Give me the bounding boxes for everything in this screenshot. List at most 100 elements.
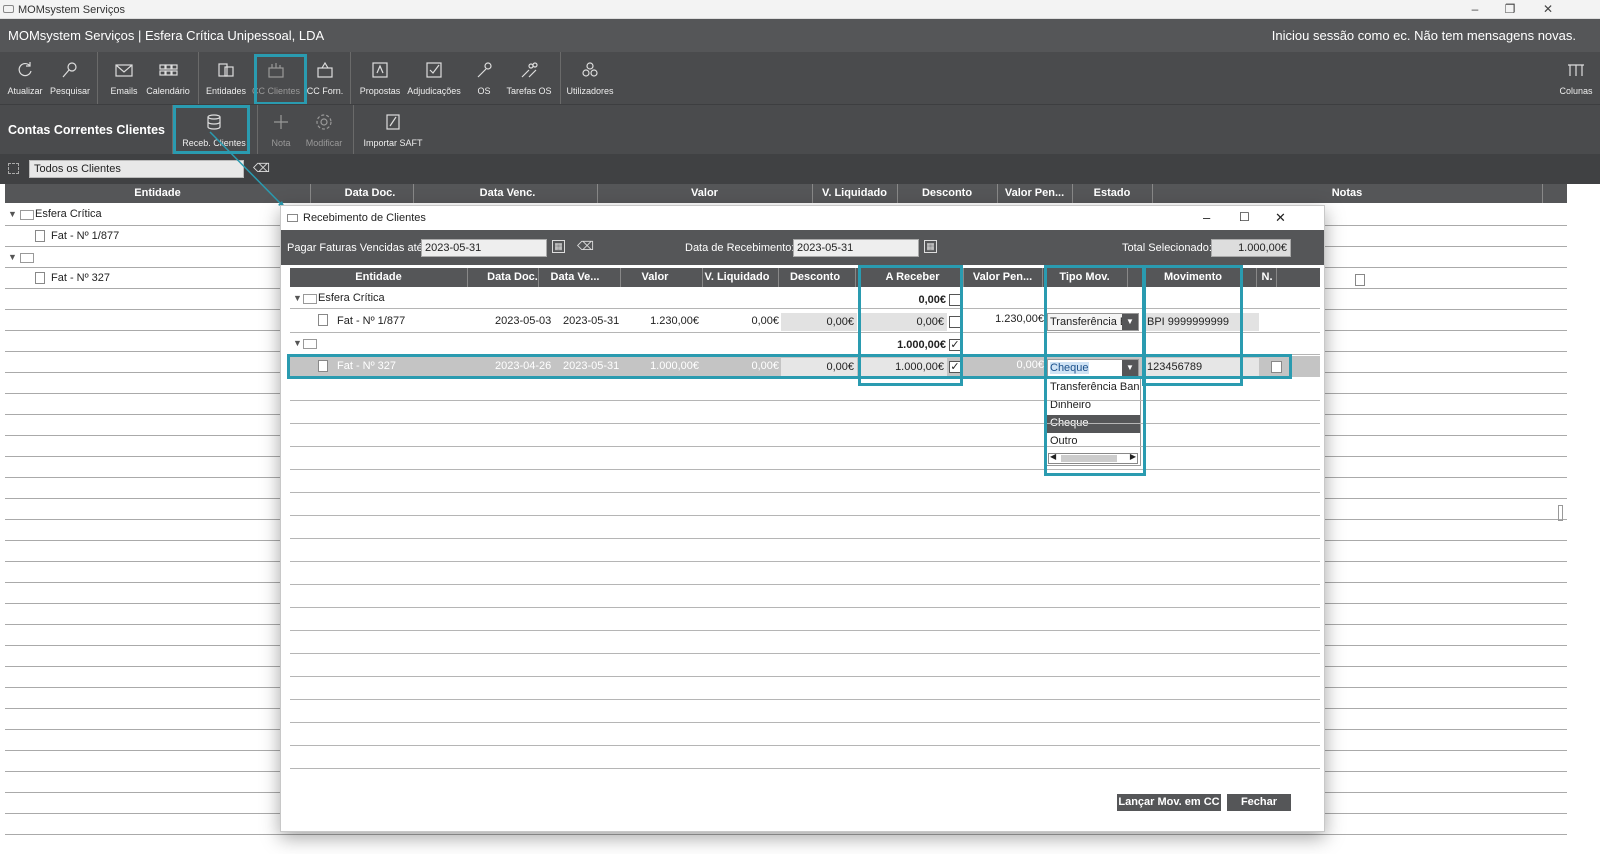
- note-icon[interactable]: [1355, 274, 1365, 286]
- dcol-valor[interactable]: Valor: [620, 271, 690, 283]
- colunas-button[interactable]: Colunas: [1557, 52, 1595, 104]
- expand-arrow-icon[interactable]: ▼: [293, 293, 302, 303]
- dialog-titlebar: Recebimento de Clientes – ☐ ✕: [281, 206, 1324, 230]
- tarefas-os-button[interactable]: Tarefas OS: [505, 52, 553, 104]
- col-sep: [1256, 268, 1257, 287]
- col-data-doc[interactable]: Data Doc.: [325, 187, 415, 199]
- propostas-button[interactable]: Propostas: [358, 52, 402, 104]
- row-desconto[interactable]: 0,00€: [781, 316, 854, 328]
- row-desconto[interactable]: 0,00€: [781, 361, 854, 373]
- users-icon: [582, 62, 598, 77]
- expand-arrow-icon[interactable]: ▼: [293, 338, 302, 348]
- pesquisar-button[interactable]: Pesquisar: [48, 52, 92, 104]
- calendar-icon[interactable]: ▦: [552, 240, 565, 253]
- dcol-data-doc[interactable]: Data Doc.: [485, 271, 540, 283]
- minimize-icon[interactable]: –: [1468, 2, 1482, 16]
- vertical-scroll-handle[interactable]: [1558, 505, 1563, 521]
- close-icon[interactable]: ✕: [1275, 210, 1286, 226]
- entidades-label: Entidades: [205, 86, 247, 96]
- atualizar-label: Atualizar: [7, 86, 43, 96]
- propostas-label: Propostas: [359, 86, 401, 96]
- session-status: Iniciou sessão como ec. Não tem mensagen…: [1271, 28, 1576, 43]
- app-header: MOMsystem Serviços | Esfera Crítica Unip…: [0, 19, 1600, 52]
- dcol-v-liquidado[interactable]: V. Liquidado: [702, 271, 772, 283]
- col-v-liquidado[interactable]: V. Liquidado: [812, 187, 897, 199]
- col-valor-pen[interactable]: Valor Pen...: [997, 187, 1072, 199]
- main-row-entidade[interactable]: Fat - Nº 327: [51, 272, 110, 284]
- emails-button[interactable]: Emails: [104, 52, 144, 104]
- row-entidade[interactable]: Fat - Nº 327: [337, 360, 396, 372]
- importar-saft-button[interactable]: Importar SAFT: [362, 105, 424, 154]
- cc-clientes-button[interactable]: CC Clientes: [252, 52, 300, 104]
- data-receb-input[interactable]: 2023-05-31: [793, 239, 919, 257]
- minimize-icon[interactable]: –: [1203, 210, 1210, 225]
- close-icon[interactable]: ✕: [1541, 2, 1555, 16]
- tarefas-os-label: Tarefas OS: [506, 86, 552, 96]
- select-all-icon[interactable]: [8, 163, 19, 174]
- dcol-n[interactable]: N.: [1258, 271, 1276, 283]
- expand-arrow-icon[interactable]: ▼: [8, 252, 17, 262]
- dcol-valor-pen[interactable]: Valor Pen...: [965, 271, 1040, 283]
- row-a-receber[interactable]: 1.000,00€: [861, 361, 944, 373]
- restore-icon[interactable]: ❐: [1503, 2, 1517, 16]
- dcol-a-receber[interactable]: A Receber: [860, 271, 965, 283]
- eraser-icon[interactable]: ⌫: [577, 239, 594, 253]
- col-sep: [855, 268, 856, 287]
- main-row-entidade[interactable]: Fat - Nº 1/877: [51, 230, 119, 242]
- maximize-icon[interactable]: ☐: [1239, 210, 1250, 224]
- os-button[interactable]: OS: [470, 52, 498, 104]
- tipo-mov-select[interactable]: Cheque ▼: [1047, 359, 1139, 377]
- fechar-button[interactable]: Fechar: [1227, 794, 1291, 811]
- expand-arrow-icon[interactable]: ▼: [8, 209, 17, 219]
- col-desconto[interactable]: Desconto: [897, 187, 997, 199]
- scroll-left-icon[interactable]: ◀: [1050, 452, 1056, 461]
- row-v-liquidado: 0,00€: [751, 315, 779, 327]
- chevron-down-icon[interactable]: ▼: [1122, 360, 1138, 376]
- calendar-icon[interactable]: ▦: [924, 240, 937, 253]
- dcol-movimento[interactable]: Movimento: [1143, 271, 1243, 283]
- dcol-desconto[interactable]: Desconto: [780, 271, 850, 283]
- document-icon: [35, 272, 45, 284]
- note-icon[interactable]: [1271, 361, 1282, 373]
- group-checkbox[interactable]: ✓: [949, 339, 961, 351]
- dropdown-option[interactable]: Transferência Bancária: [1046, 379, 1140, 397]
- chevron-down-icon[interactable]: ▼: [1122, 314, 1138, 330]
- utilizadores-button[interactable]: Utilizadores: [566, 52, 614, 104]
- col-valor[interactable]: Valor: [597, 187, 812, 199]
- tipo-mov-select[interactable]: Transferência Ba ▼: [1047, 313, 1139, 331]
- dialog-filter-bar: Pagar Faturas Vencidas até: 2023-05-31 ▦…: [281, 230, 1324, 265]
- modificar-button[interactable]: Modificar: [302, 105, 346, 154]
- col-estado[interactable]: Estado: [1072, 187, 1152, 199]
- row-checkbox[interactable]: [949, 316, 961, 328]
- calendario-button[interactable]: Calendário: [146, 52, 190, 104]
- connector-arrow: [209, 131, 286, 209]
- scroll-thumb[interactable]: [1061, 455, 1117, 462]
- entidades-button[interactable]: Entidades: [204, 52, 248, 104]
- row-data-doc: 2023-04-26: [495, 360, 552, 372]
- dcol-entidade[interactable]: Entidade: [290, 271, 467, 283]
- horizontal-scrollbar[interactable]: ◀ ▶: [1048, 452, 1138, 464]
- row-divider: [290, 400, 1320, 401]
- lancar-mov-button[interactable]: Lançar Mov. em CC: [1117, 794, 1221, 811]
- calendar-icon: [159, 64, 178, 76]
- col-notas[interactable]: Notas: [1152, 187, 1542, 199]
- adjudicacoes-button[interactable]: Adjudicações: [406, 52, 462, 104]
- scroll-right-icon[interactable]: ▶: [1130, 452, 1136, 461]
- row-a-receber[interactable]: 0,00€: [861, 316, 944, 328]
- pagar-date-input[interactable]: 2023-05-31: [421, 239, 547, 257]
- row-entidade[interactable]: Fat - Nº 1/877: [337, 315, 405, 327]
- group-a-receber: 0,00€: [918, 294, 946, 306]
- row-checkbox[interactable]: ✓: [949, 361, 961, 373]
- col-data-venc[interactable]: Data Venc.: [415, 187, 600, 199]
- row-movimento[interactable]: BPI 9999999999: [1147, 316, 1229, 328]
- dropdown-option[interactable]: Outro: [1046, 433, 1140, 451]
- dcol-data-venc[interactable]: Data Ve...: [540, 271, 610, 283]
- section-title: Contas Correntes Clientes: [8, 123, 165, 137]
- group-checkbox[interactable]: [949, 294, 961, 306]
- cc-forn-button[interactable]: CC Forn.: [304, 52, 346, 104]
- dcol-tipo-mov[interactable]: Tipo Mov.: [1042, 271, 1127, 283]
- atualizar-button[interactable]: Atualizar: [4, 52, 46, 104]
- dropdown-option-selected[interactable]: Cheque: [1046, 415, 1140, 433]
- entities-icon: [218, 63, 234, 77]
- row-movimento[interactable]: 123456789: [1147, 361, 1202, 373]
